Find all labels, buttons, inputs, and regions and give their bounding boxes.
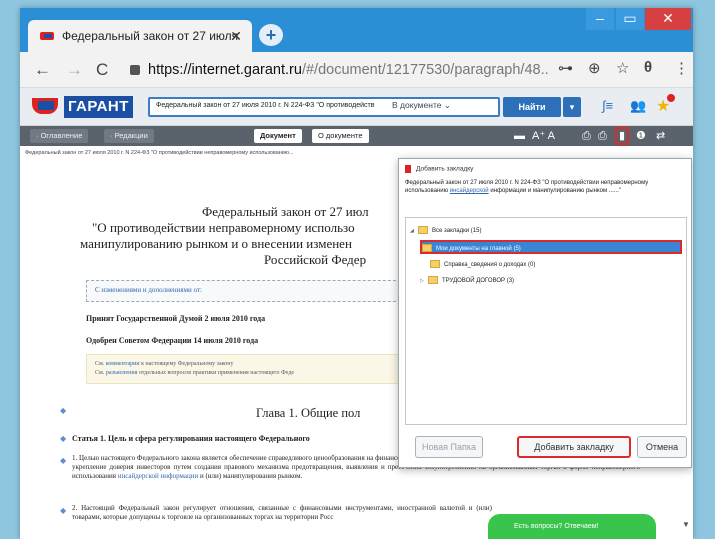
chat-widget[interactable]: Есть вопросы? Отвечаем! bbox=[488, 514, 656, 539]
reload-icon[interactable]: C bbox=[96, 60, 108, 80]
expanded-icon[interactable]: ◢ bbox=[410, 224, 418, 238]
close-window-button[interactable]: ✕ bbox=[645, 8, 691, 30]
key-icon[interactable]: ⊶ bbox=[558, 59, 573, 77]
changes-link-box[interactable]: С изменениями и дополнениями от: bbox=[86, 280, 406, 302]
garant-logo-icon bbox=[32, 98, 60, 116]
tab-title: Федеральный закон от 27 июля bbox=[62, 29, 239, 43]
font-size-icon[interactable]: A⁺ A bbox=[532, 128, 555, 144]
tab-about-document[interactable]: О документе bbox=[312, 129, 369, 143]
folder-icon bbox=[430, 260, 440, 269]
changes-link[interactable]: С изменениями и дополнениями от: bbox=[95, 286, 202, 294]
paragraph-marker-icon[interactable]: ◆ bbox=[60, 506, 66, 515]
doc-title-line3: манипулированию рынком и о внесении изме… bbox=[80, 236, 352, 251]
comments-link[interactable]: комментарии bbox=[106, 361, 140, 367]
zoom-icon[interactable]: ⊕ bbox=[588, 59, 601, 77]
formula-icon[interactable]: ∫≡ bbox=[602, 98, 613, 113]
garant-header: ГАРАНТ Федеральный закон от 27 июля 2010… bbox=[20, 88, 693, 126]
bookmark-star-icon[interactable]: ☆ bbox=[616, 59, 629, 77]
folder-my-documents[interactable]: Мои документы на главной (5) bbox=[420, 240, 682, 254]
browser-tab[interactable]: Федеральный закон от 27 июля ✕ bbox=[28, 20, 252, 52]
document-note: См. комментарии к настоящему Федеральном… bbox=[86, 354, 406, 384]
maximize-button[interactable]: ▭ bbox=[616, 8, 644, 30]
forward-arrow-icon[interactable]: → bbox=[66, 60, 83, 80]
approved-text: Одобрен Советом Федерации 14 июля 2010 г… bbox=[86, 336, 259, 345]
chapter-heading: Глава 1. Общие пол bbox=[256, 406, 361, 420]
document-toolbar: · Оглавление · Редакции Документ О докум… bbox=[20, 126, 693, 146]
users-icon[interactable]: 👥 bbox=[630, 98, 646, 114]
folder-labor-contract[interactable]: ▷ ТРУДОВОЙ ДОГОВОР (3) bbox=[420, 274, 680, 288]
minimize-button[interactable]: – bbox=[586, 8, 614, 30]
info-icon[interactable]: ❶ bbox=[636, 128, 646, 144]
folder-icon bbox=[428, 276, 438, 285]
new-folder-button[interactable]: Новая Папка bbox=[415, 436, 483, 458]
article-heading: Статья 1. Цель и сфера регулирования нас… bbox=[72, 434, 310, 443]
url-field[interactable]: https://internet.garant.ru/#/document/12… bbox=[130, 58, 550, 82]
paragraph-marker-icon[interactable]: ◆ bbox=[60, 434, 66, 443]
add-bookmark-button[interactable]: Добавить закладку bbox=[517, 436, 631, 458]
paragraph-marker-icon[interactable]: ◆ bbox=[60, 406, 66, 415]
address-bar: ← → C https://internet.garant.ru/#/docum… bbox=[20, 52, 693, 88]
dialog-title: Добавить закладку bbox=[405, 165, 473, 173]
paragraph-2: 2. Настоящий Федеральный закон регулируе… bbox=[72, 504, 492, 521]
garant-search-input[interactable]: Федеральный закон от 27 июля 2010 г. N 2… bbox=[148, 97, 500, 117]
folder-income-info[interactable]: Справка_сведения о доходах (0) bbox=[430, 258, 680, 272]
browser-window: Федеральный закон от 27 июля ✕ + – ▭ ✕ ←… bbox=[20, 8, 693, 539]
title-bar: Федеральный закон от 27 июля ✕ + – ▭ ✕ bbox=[20, 8, 693, 52]
find-dropdown-button[interactable]: ▾ bbox=[563, 97, 581, 117]
folder-icon bbox=[422, 244, 432, 253]
find-button[interactable]: Найти bbox=[503, 97, 561, 117]
folder-icon bbox=[418, 226, 428, 235]
browser-menu-icon[interactable]: ⋮ bbox=[674, 59, 689, 77]
doc-title-line1: Федеральный закон от 27 июл bbox=[202, 204, 369, 219]
scroll-down-icon[interactable]: ▼ bbox=[682, 520, 690, 529]
lock-icon bbox=[130, 65, 140, 76]
sync-arrows-icon[interactable]: ⇄ bbox=[656, 128, 665, 144]
search-scope-select[interactable]: В документе ⌄ bbox=[392, 100, 451, 111]
doc-title-line2: "О противодействии неправомерному исполь… bbox=[92, 220, 355, 235]
dialog-description: Федеральный закон от 27 июля 2010 г. N 2… bbox=[405, 180, 649, 194]
garant-favicon-icon bbox=[40, 30, 54, 42]
back-arrow-icon[interactable]: ← bbox=[34, 60, 51, 80]
bookmark-icon bbox=[405, 165, 411, 173]
bookmark-icon[interactable]: ▮ bbox=[615, 127, 630, 145]
paragraph-marker-icon[interactable]: ◆ bbox=[60, 456, 66, 465]
adopted-text: Принят Государственной Думой 2 июля 2010… bbox=[86, 314, 266, 323]
save-icon[interactable]: ⎙ bbox=[598, 128, 607, 144]
new-tab-button[interactable]: + bbox=[259, 24, 283, 46]
add-bookmark-dialog: Добавить закладку Федеральный закон от 2… bbox=[398, 158, 692, 468]
garant-logo[interactable]: ГАРАНТ bbox=[32, 94, 140, 120]
tab-editions[interactable]: · Редакции bbox=[104, 129, 154, 143]
doc-title-line4: Российской Федер bbox=[264, 252, 367, 267]
tab-close-icon[interactable]: ✕ bbox=[230, 28, 242, 45]
print-icon[interactable]: ⎙ bbox=[582, 128, 591, 144]
insider-info-link[interactable]: инсайдерской информации bbox=[118, 472, 199, 480]
account-icon[interactable]: θ bbox=[644, 59, 652, 76]
tab-contents[interactable]: · Оглавление bbox=[30, 129, 89, 143]
keyboard-icon[interactable]: ▬ bbox=[514, 128, 525, 144]
bookmark-folder-tree: ◢ Все закладки (15) Мои документы на глав… bbox=[405, 217, 687, 425]
tab-document[interactable]: Документ bbox=[254, 129, 302, 143]
clarifications-link[interactable]: разъяснения bbox=[106, 370, 138, 376]
breadcrumb: Федеральный закон от 27 июля 2010 г. N 2… bbox=[25, 150, 294, 156]
collapsed-icon[interactable]: ▷ bbox=[420, 274, 428, 288]
folder-all-bookmarks[interactable]: ◢ Все закладки (15) bbox=[410, 224, 680, 238]
cancel-button[interactable]: Отмена bbox=[637, 436, 687, 458]
notification-dot bbox=[667, 94, 675, 102]
